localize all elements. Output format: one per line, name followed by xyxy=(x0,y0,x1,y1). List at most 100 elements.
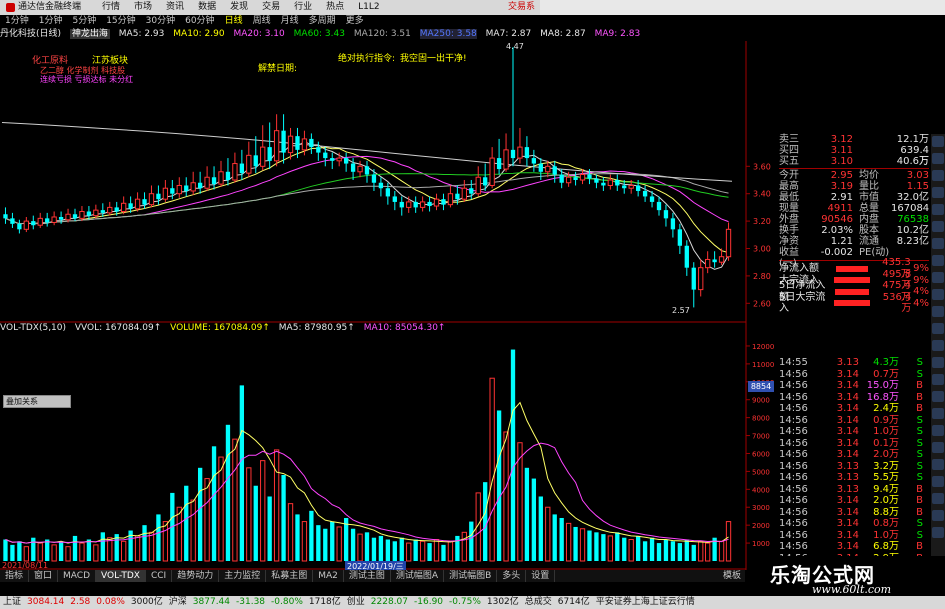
indicator-tab-6[interactable]: 主力监控 xyxy=(219,570,267,582)
kline-chart[interactable]: 3.603.403.203.002.802.601200011000100009… xyxy=(0,41,779,570)
indicator-tab-10[interactable]: 测试幅图A xyxy=(391,570,445,582)
tool-icon[interactable] xyxy=(932,323,944,334)
period-tab-2[interactable]: 5分钟 xyxy=(67,15,101,28)
indicator-tab-3[interactable]: VOL-TDX xyxy=(96,570,146,582)
candle-body xyxy=(565,176,572,184)
candle-body xyxy=(635,185,641,191)
tool-icon[interactable] xyxy=(932,136,944,147)
trade-menu[interactable]: 交易系 xyxy=(508,0,535,15)
tool-icon[interactable] xyxy=(932,357,944,368)
tool-icon[interactable] xyxy=(932,153,944,164)
tool-icon[interactable] xyxy=(932,459,944,470)
tool-icon[interactable] xyxy=(932,238,944,249)
candle-body xyxy=(246,154,252,174)
annotation-region: 江苏板块 xyxy=(92,54,128,66)
tool-icon[interactable] xyxy=(932,306,944,317)
menu-item-7[interactable]: 热点 xyxy=(319,0,351,15)
period-tab-8[interactable]: 月线 xyxy=(276,15,304,28)
volume-bar xyxy=(239,385,245,561)
status-item: -0.80% xyxy=(271,597,303,607)
indicator-tab-12[interactable]: 多头 xyxy=(497,570,527,582)
menu-item-2[interactable]: 资讯 xyxy=(159,0,191,15)
candle-body xyxy=(330,158,335,161)
period-tab-9[interactable]: 多周期 xyxy=(304,15,341,28)
quote-row: 外盘 90546 内盘 76538 xyxy=(779,214,929,225)
tool-icon[interactable] xyxy=(932,408,944,419)
candle-body xyxy=(93,209,99,217)
candle-body xyxy=(559,174,564,183)
watermark-url: www.60lt.com xyxy=(812,583,892,596)
candle-body xyxy=(114,207,119,212)
tool-icon[interactable] xyxy=(932,170,944,181)
period-tab-1[interactable]: 1分钟 xyxy=(34,15,68,28)
menu-item-4[interactable]: 发现 xyxy=(223,0,255,15)
period-tab-7[interactable]: 周线 xyxy=(248,15,276,28)
indicator-name[interactable]: 神龙出海 xyxy=(69,29,110,39)
indicator-tab-1[interactable]: 窗口 xyxy=(29,570,59,582)
menu-item-0[interactable]: 行情 xyxy=(95,0,127,15)
indicator-tab-2[interactable]: MACD xyxy=(58,570,97,582)
order-book-row: 买四 3.11 639.4万 xyxy=(779,145,929,167)
tool-icon[interactable] xyxy=(932,374,944,385)
candle-body xyxy=(677,229,683,246)
overlay-window-tab[interactable]: 叠加关系 xyxy=(3,395,71,408)
volume-bar xyxy=(253,485,258,561)
volume-indicator-name[interactable]: VOL-TDX(5,10) xyxy=(0,323,66,333)
status-item: 总成交 xyxy=(524,597,552,607)
indicator-tab-4[interactable]: CCI xyxy=(146,570,173,582)
indicator-tab-11[interactable]: 测试幅图B xyxy=(444,570,498,582)
menu-item-5[interactable]: 交易 xyxy=(255,0,287,15)
tool-icon[interactable] xyxy=(932,510,944,521)
tool-icon[interactable] xyxy=(932,391,944,402)
candle-body xyxy=(622,185,627,189)
indicator-tab-0[interactable]: 指标 xyxy=(0,570,30,582)
tool-icon[interactable] xyxy=(932,289,944,300)
volume-bar xyxy=(79,542,85,562)
period-tab-6[interactable]: 日线 xyxy=(220,15,248,28)
volume-bar xyxy=(267,496,272,561)
indicator-tab-9[interactable]: 测试主图 xyxy=(344,570,391,582)
tool-icon[interactable] xyxy=(932,221,944,232)
tick-row: 14:56 3.14 0.9万 S xyxy=(779,414,923,426)
candle-body xyxy=(3,214,8,219)
tool-icon[interactable] xyxy=(932,204,944,215)
period-tab-4[interactable]: 30分钟 xyxy=(141,15,180,28)
menu-item-1[interactable]: 市场 xyxy=(127,0,159,15)
volume-bar xyxy=(642,541,648,561)
candle-body xyxy=(385,188,391,197)
menu-item-3[interactable]: 数据 xyxy=(191,0,223,15)
volume-bar xyxy=(455,535,460,561)
period-tab-5[interactable]: 60分钟 xyxy=(180,15,219,28)
chart-grid xyxy=(0,41,747,570)
period-tab-10[interactable]: 更多 xyxy=(341,15,369,28)
status-item: 3877.44 xyxy=(192,597,231,607)
period-tab-3[interactable]: 15分钟 xyxy=(101,15,140,28)
indicator-tab-7[interactable]: 私募主图 xyxy=(266,570,314,582)
tool-icon[interactable] xyxy=(932,527,944,538)
volume-bar xyxy=(670,541,676,561)
candle-body xyxy=(100,210,105,213)
indicator-tab-5[interactable]: 趋势动力 xyxy=(172,570,220,582)
tool-icon[interactable] xyxy=(932,476,944,487)
candle-body xyxy=(121,202,127,213)
candle-body xyxy=(343,158,349,164)
volume-ma-lines xyxy=(5,401,729,544)
tool-icon[interactable] xyxy=(932,493,944,504)
price-tick-label: 3.00 xyxy=(753,245,771,254)
menu-item-8[interactable]: L1L2 xyxy=(351,0,386,15)
tool-icon[interactable] xyxy=(932,425,944,436)
menu-item-6[interactable]: 行业 xyxy=(287,0,319,15)
tool-icon[interactable] xyxy=(932,255,944,266)
period-tab-0[interactable]: 1分钟 xyxy=(0,15,34,28)
volume-tick-label: 4000 xyxy=(752,486,770,494)
tool-icon[interactable] xyxy=(932,340,944,351)
indicator-tab-13[interactable]: 设置 xyxy=(526,570,556,582)
tool-icon[interactable] xyxy=(932,442,944,453)
tool-icon[interactable] xyxy=(932,272,944,283)
candle-body xyxy=(656,201,662,211)
indicator-tab-8[interactable]: MA2 xyxy=(313,570,344,582)
template-button[interactable]: 模板 xyxy=(723,570,745,582)
tick-list[interactable]: 14:55 3.13 4.3万 S 14:56 3.14 0.7万 S 14:56 3.14 15.… xyxy=(779,357,929,576)
tool-icon[interactable] xyxy=(932,187,944,198)
volume-header: VOL-TDX(5,10) VVOL: 167084.09↑ VOLUME: 1… xyxy=(0,322,745,334)
